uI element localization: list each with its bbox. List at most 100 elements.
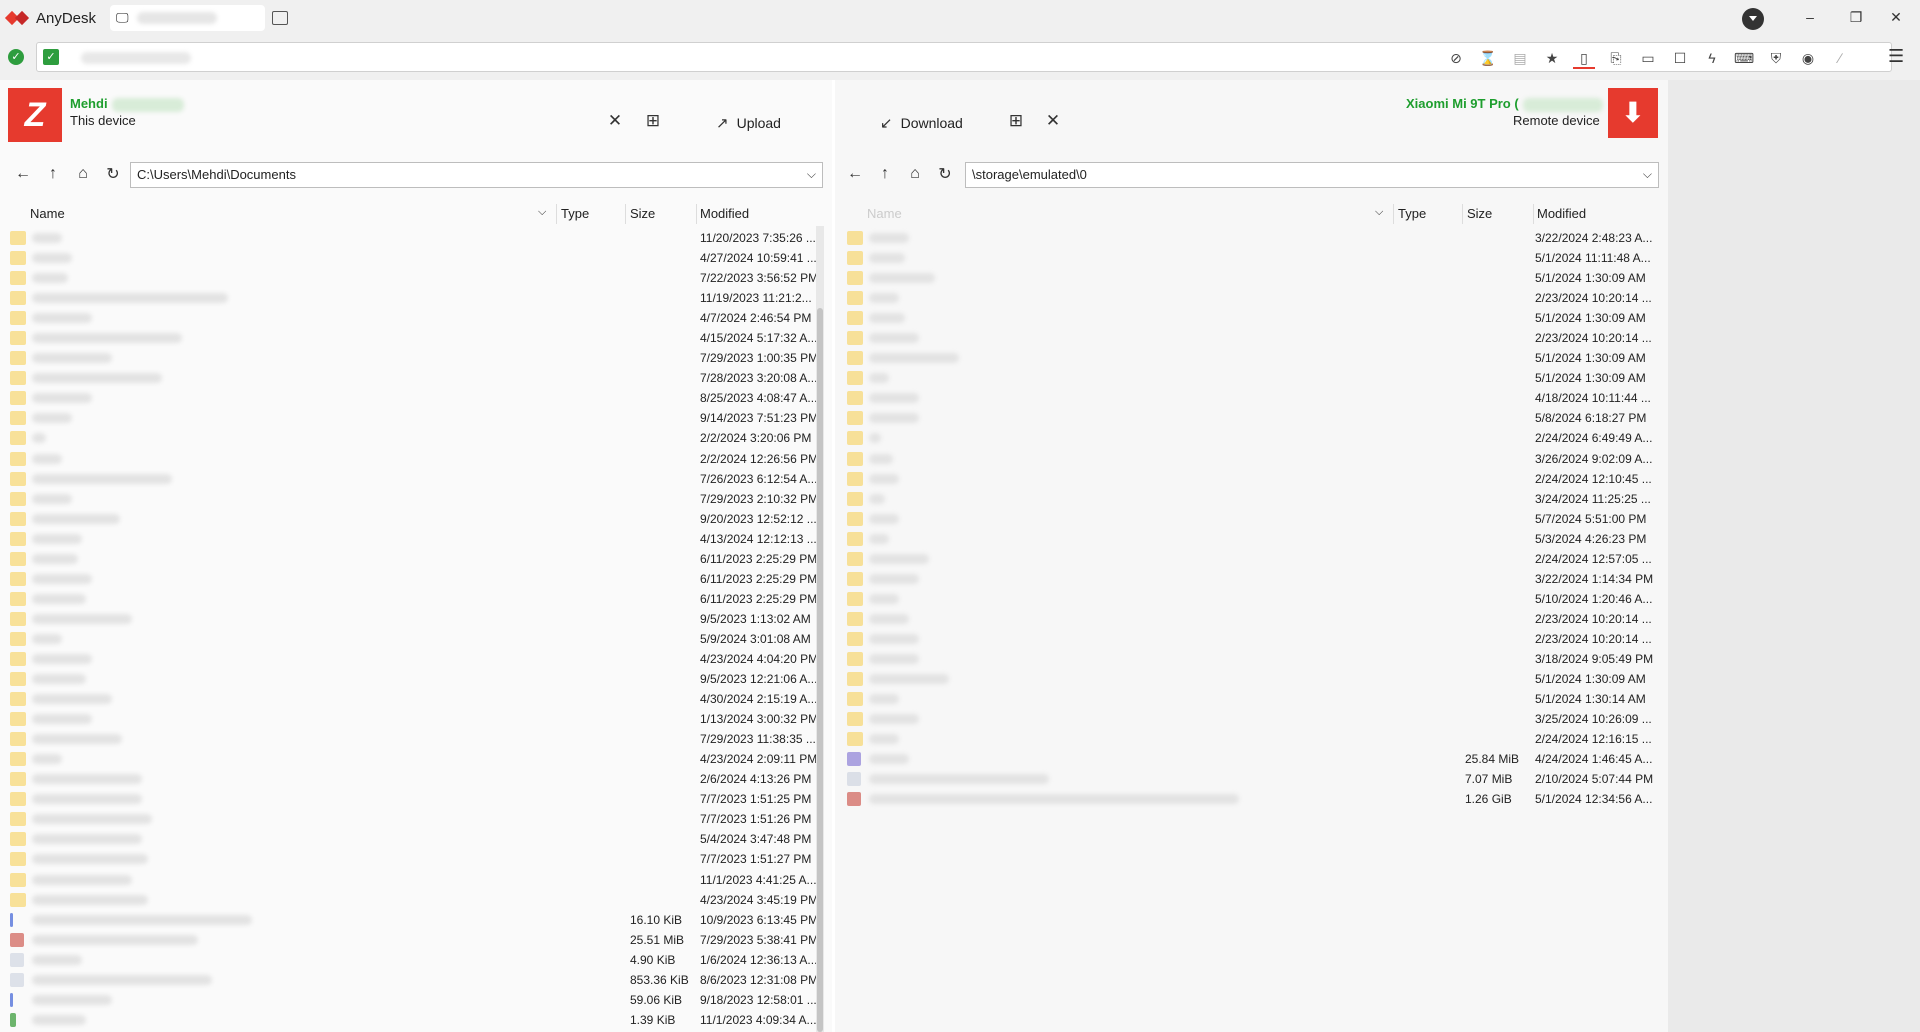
- folder-row[interactable]: 5/1/2024 1:30:14 AM: [847, 689, 1660, 709]
- folder-row[interactable]: 3/26/2024 9:02:09 A...: [847, 449, 1660, 469]
- folder-row[interactable]: 7/29/2023 1:00:35 PM: [10, 348, 818, 368]
- folder-row[interactable]: 4/27/2024 10:59:41 ...: [10, 248, 817, 268]
- column-size[interactable]: Size: [630, 206, 655, 221]
- folder-row[interactable]: 2/23/2024 10:20:14 ...: [847, 609, 1660, 629]
- folder-row[interactable]: 2/23/2024 10:20:14 ...: [847, 288, 1660, 308]
- column-type[interactable]: Type: [1398, 206, 1426, 221]
- folder-row[interactable]: 9/5/2023 12:21:06 A...: [10, 669, 817, 689]
- back-icon[interactable]: ←: [840, 165, 870, 183]
- keyboard-icon[interactable]: ⌨: [1733, 47, 1755, 69]
- close-icon[interactable]: ✕: [1042, 110, 1064, 132]
- scrollbar-thumb[interactable]: [817, 308, 823, 1032]
- folder-row[interactable]: 5/1/2024 1:30:09 AM: [847, 669, 1660, 689]
- folder-row[interactable]: 1/13/2024 3:00:32 PM: [10, 709, 818, 729]
- column-modified[interactable]: Modified: [1537, 206, 1586, 221]
- folder-row[interactable]: 6/11/2023 2:25:29 PM: [10, 569, 817, 589]
- file-row[interactable]: 7.07 MiB 2/10/2024 5:07:44 PM: [847, 769, 1660, 789]
- home-icon[interactable]: ⌂: [900, 165, 930, 183]
- upload-button[interactable]: ↗ Upload: [716, 114, 781, 132]
- folder-row[interactable]: 5/8/2024 6:18:27 PM: [847, 408, 1660, 428]
- shield-icon[interactable]: ⛨: [1765, 47, 1787, 69]
- folder-row[interactable]: 6/11/2023 2:25:29 PM: [10, 549, 817, 569]
- folder-row[interactable]: 4/15/2024 5:17:32 A...: [10, 328, 817, 348]
- pen-icon[interactable]: ∕: [1829, 47, 1851, 69]
- folder-row[interactable]: 3/24/2024 11:25:25 ...: [847, 489, 1660, 509]
- folder-row[interactable]: 4/7/2024 2:46:54 PM: [10, 308, 816, 328]
- up-icon[interactable]: ↑: [870, 165, 900, 183]
- file-row[interactable]: 25.84 MiB 4/24/2024 1:46:45 A...: [847, 749, 1660, 769]
- folder-row[interactable]: 7/26/2023 6:12:54 A...: [10, 469, 817, 489]
- folder-row[interactable]: 8/25/2023 4:08:47 A...: [10, 388, 817, 408]
- hourglass-icon[interactable]: ⌛: [1477, 47, 1499, 69]
- folder-row[interactable]: 7/29/2023 11:38:35 ...: [10, 729, 816, 749]
- file-row[interactable]: 4.90 KiB 1/6/2024 12:36:13 A...: [10, 950, 817, 970]
- column-modified[interactable]: Modified: [700, 206, 749, 221]
- folder-row[interactable]: 3/22/2024 1:14:34 PM: [847, 569, 1660, 589]
- account-menu-icon[interactable]: [1742, 8, 1764, 30]
- sort-chevron-icon[interactable]: ⌵: [1375, 206, 1383, 219]
- back-icon[interactable]: ←: [8, 165, 38, 183]
- folder-row[interactable]: 3/22/2024 2:48:23 A...: [847, 228, 1660, 248]
- folder-row[interactable]: 2/2/2024 12:26:56 PM: [10, 449, 818, 469]
- column-name[interactable]: Name: [30, 206, 65, 221]
- folder-row[interactable]: 9/20/2023 12:52:12 ...: [10, 509, 817, 529]
- up-icon[interactable]: ↑: [38, 165, 68, 183]
- folder-row[interactable]: 11/1/2023 4:41:25 A...: [10, 870, 817, 890]
- folder-row[interactable]: 7/28/2023 3:20:08 A...: [10, 368, 817, 388]
- file-row[interactable]: 59.06 KiB 9/18/2023 12:58:01 ...: [10, 990, 817, 1010]
- column-size[interactable]: Size: [1467, 206, 1492, 221]
- new-folder-icon[interactable]: ⊞: [642, 110, 664, 132]
- folder-row[interactable]: 9/14/2023 7:51:23 PM: [10, 408, 818, 428]
- column-name[interactable]: Name: [867, 206, 902, 221]
- sort-chevron-icon[interactable]: ⌵: [538, 206, 546, 219]
- local-path-input[interactable]: C:\Users\Mehdi\Documents ⌵: [130, 162, 823, 188]
- folder-row[interactable]: 3/25/2024 10:26:09 ...: [847, 709, 1660, 729]
- folder-row[interactable]: 5/1/2024 1:30:09 AM: [847, 308, 1660, 328]
- close-icon[interactable]: ✕: [604, 110, 626, 132]
- folder-row[interactable]: 2/2/2024 3:20:06 PM: [10, 428, 816, 448]
- file-transfer-icon[interactable]: ▯: [1573, 47, 1595, 69]
- folder-row[interactable]: 4/30/2024 2:15:19 A...: [10, 689, 817, 709]
- folder-row[interactable]: 9/5/2023 1:13:02 AM: [10, 609, 816, 629]
- folder-row[interactable]: 5/4/2024 3:47:48 PM: [10, 829, 816, 849]
- session-tab[interactable]: 🖵: [110, 5, 265, 31]
- chevron-down-icon[interactable]: ⌵: [1643, 167, 1652, 182]
- file-row[interactable]: 16.10 KiB 10/9/2023 6:13:45 PM: [10, 910, 818, 930]
- monitor-off-icon[interactable]: ⊘: [1445, 47, 1467, 69]
- download-button[interactable]: ↙ Download: [880, 114, 963, 132]
- clipboard-icon[interactable]: ⎘: [1605, 47, 1627, 69]
- folder-row[interactable]: 2/23/2024 10:20:14 ...: [847, 629, 1660, 649]
- folder-row[interactable]: 2/24/2024 6:49:49 A...: [847, 428, 1660, 448]
- refresh-icon[interactable]: ↻: [930, 164, 960, 184]
- file-row[interactable]: 853.36 KiB 8/6/2023 12:31:08 PM: [10, 970, 818, 990]
- folder-row[interactable]: 5/1/2024 1:30:09 AM: [847, 348, 1660, 368]
- new-tab-button[interactable]: [272, 11, 288, 25]
- folder-row[interactable]: 11/19/2023 11:21:2...: [10, 288, 816, 308]
- close-window-button[interactable]: ✕: [1886, 8, 1906, 26]
- folder-row[interactable]: 5/1/2024 11:11:48 A...: [847, 248, 1660, 268]
- lightning-icon[interactable]: ϟ: [1701, 47, 1723, 69]
- folder-row[interactable]: 11/20/2023 7:35:26 ...: [10, 228, 816, 248]
- star-icon[interactable]: ★: [1541, 47, 1563, 69]
- new-folder-icon[interactable]: ⊞: [1005, 110, 1027, 132]
- folder-row[interactable]: 5/7/2024 5:51:00 PM: [847, 509, 1660, 529]
- folder-row[interactable]: 4/13/2024 12:12:13 ...: [10, 529, 817, 549]
- display-icon[interactable]: ▭: [1637, 47, 1659, 69]
- folder-row[interactable]: 5/1/2024 1:30:09 AM: [847, 268, 1660, 288]
- folder-row[interactable]: 7/7/2023 1:51:27 PM: [10, 849, 816, 869]
- folder-row[interactable]: 5/3/2024 4:26:23 PM: [847, 529, 1660, 549]
- folder-row[interactable]: 3/18/2024 9:05:49 PM: [847, 649, 1660, 669]
- folder-row[interactable]: 5/1/2024 1:30:09 AM: [847, 368, 1660, 388]
- folder-row[interactable]: 2/23/2024 10:20:14 ...: [847, 328, 1660, 348]
- folder-row[interactable]: 7/22/2023 3:56:52 PM: [10, 268, 818, 288]
- refresh-icon[interactable]: ↻: [98, 164, 128, 184]
- folder-row[interactable]: 5/9/2024 3:01:08 AM: [10, 629, 816, 649]
- home-icon[interactable]: ⌂: [68, 165, 98, 183]
- folder-row[interactable]: 7/7/2023 1:51:25 PM: [10, 789, 816, 809]
- column-type[interactable]: Type: [561, 206, 589, 221]
- database-icon[interactable]: ▤: [1509, 47, 1531, 69]
- folder-row[interactable]: 6/11/2023 2:25:29 PM: [10, 589, 817, 609]
- folder-row[interactable]: 4/23/2024 3:45:19 PM: [10, 890, 818, 910]
- remote-path-input[interactable]: \storage\emulated\0 ⌵: [965, 162, 1659, 188]
- file-row[interactable]: 1.26 GiB 5/1/2024 12:34:56 A...: [847, 789, 1660, 809]
